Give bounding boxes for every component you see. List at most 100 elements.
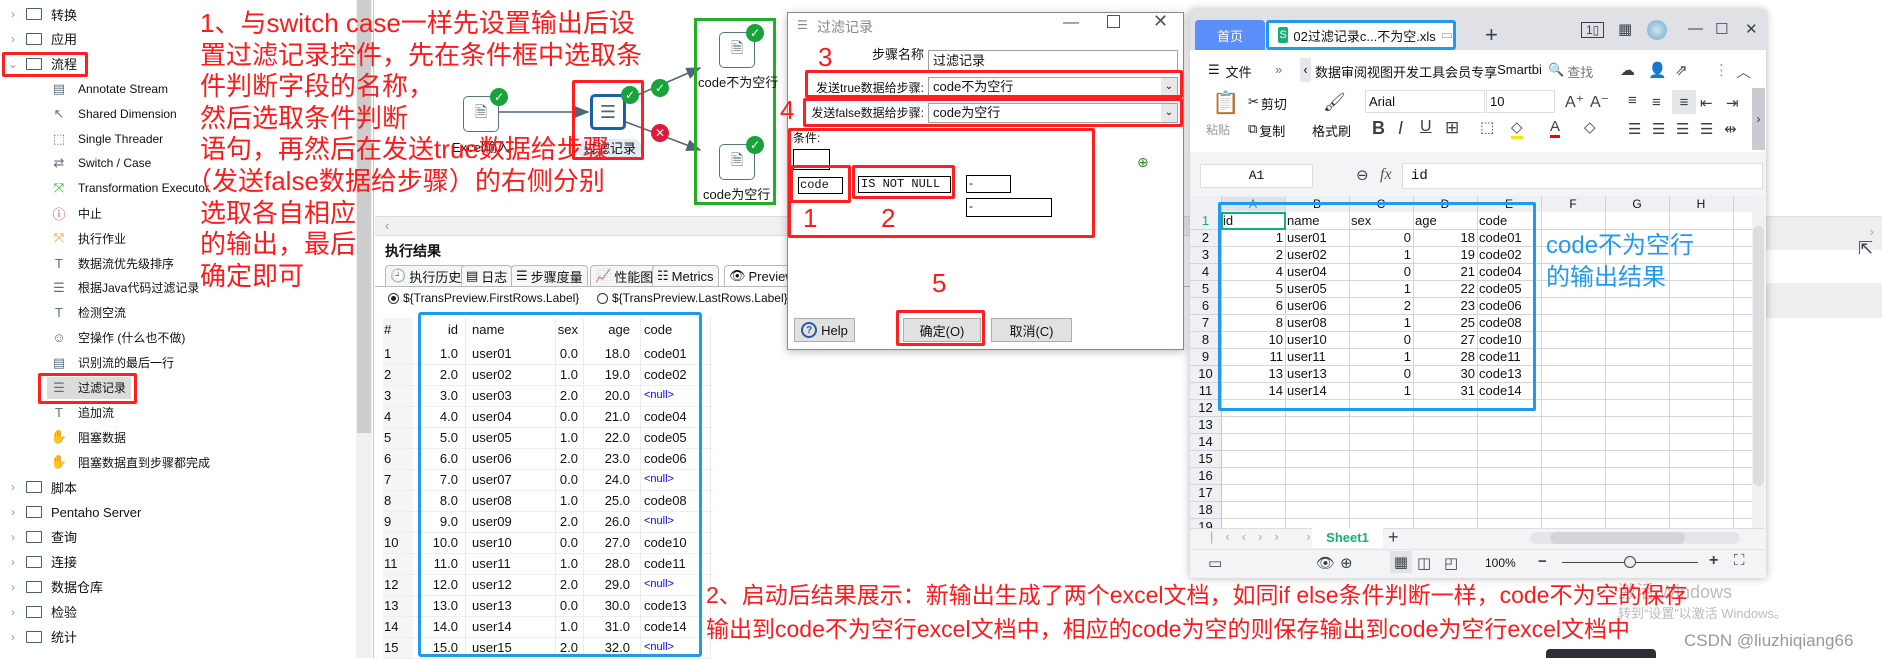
file-tab[interactable]: S 02过滤记录c...不为空.xls ▭ xyxy=(1266,20,1456,50)
zoom-slider-knob[interactable] xyxy=(1624,556,1636,568)
increase-font-icon[interactable]: A⁺ xyxy=(1565,92,1584,112)
tree-step-item[interactable]: ☺ 空操作 (什么也不做) xyxy=(50,327,185,349)
tab-metrics[interactable]: ☷ Metrics xyxy=(652,265,719,286)
cut-button[interactable]: ✂ 剪切 xyxy=(1248,94,1287,113)
help-button[interactable]: ? Help xyxy=(794,318,855,342)
align-top-icon[interactable]: ≡ xyxy=(1628,92,1637,109)
chevron-right-icon[interactable]: › xyxy=(0,480,26,494)
row-header[interactable]: 3 xyxy=(1190,247,1221,262)
tree-step-item[interactable]: T 数据流优先级排序 xyxy=(50,252,174,274)
row-header[interactable]: 17 xyxy=(1190,485,1221,500)
tree-step-item[interactable]: T 检测空流 xyxy=(50,302,126,324)
row-header[interactable]: 14 xyxy=(1190,434,1221,449)
clear-format-icon[interactable]: ◇ xyxy=(1584,118,1596,136)
decrease-font-icon[interactable]: A⁻ xyxy=(1590,92,1609,112)
step-name-input[interactable]: 过滤记录 xyxy=(928,50,1178,72)
tree-folder[interactable]: › 查询 xyxy=(0,526,350,548)
chevron-right-icon[interactable]: › xyxy=(0,580,26,594)
home-tab[interactable]: 首页 xyxy=(1195,20,1265,50)
align-center-icon[interactable]: ☰ xyxy=(1652,120,1665,138)
file-menu[interactable]: ☰ 文件 xyxy=(1208,62,1252,81)
align-left-icon[interactable]: ☰ xyxy=(1628,120,1641,138)
name-box[interactable]: A1 xyxy=(1200,164,1313,188)
column-header[interactable]: F xyxy=(1541,197,1605,211)
row-header[interactable]: 15 xyxy=(1190,451,1221,466)
row-header[interactable]: 12 xyxy=(1190,400,1221,415)
align-middle-icon[interactable]: ≡ xyxy=(1652,94,1661,111)
row-header[interactable]: 4 xyxy=(1190,264,1221,279)
tree-step-item[interactable]: ✋ 阻塞数据直到步骤都完成 xyxy=(50,451,210,473)
align-bottom-icon[interactable]: ≡ xyxy=(1672,90,1696,114)
copy-button[interactable]: ⧉ 复制 xyxy=(1248,121,1285,140)
cell-style-icon[interactable]: ⬚ xyxy=(1480,118,1494,136)
share-icon[interactable]: ⇗ xyxy=(1675,61,1688,79)
radio-first-rows[interactable]: ${TransPreview.FirstRows.Label} xyxy=(388,291,579,305)
borders-icon[interactable]: ⊞ xyxy=(1445,118,1459,138)
search-box[interactable]: 🔍 查找 xyxy=(1548,62,1593,81)
ribbon-tab[interactable]: 数据 xyxy=(1315,62,1341,81)
apps-grid-icon[interactable]: ▦ xyxy=(1618,20,1632,38)
tree-step-item[interactable]: ☰ 根据Java代码过滤记录 xyxy=(50,277,199,299)
sheet-tab[interactable]: Sheet1 xyxy=(1312,528,1383,548)
add-user-icon[interactable]: 👤 xyxy=(1648,61,1667,79)
spreadsheet-vscrollbar[interactable] xyxy=(1752,196,1765,528)
page-break-icon[interactable]: ◰ xyxy=(1444,554,1458,572)
justify-icon[interactable]: ☰ xyxy=(1700,120,1713,138)
format-painter-button[interactable]: 格式刷 xyxy=(1312,121,1351,140)
maximize-icon[interactable] xyxy=(1107,15,1120,28)
chevron-right-icon[interactable]: › xyxy=(0,630,26,644)
zoom-in-icon[interactable]: + xyxy=(1709,552,1718,570)
cancel-button[interactable]: 取消(C) xyxy=(991,318,1072,342)
row-header[interactable]: 8 xyxy=(1190,332,1221,347)
ribbon-tab[interactable]: 开发工具 xyxy=(1393,62,1445,81)
italic-icon[interactable]: I xyxy=(1398,118,1403,139)
column-header[interactable]: H xyxy=(1669,197,1733,211)
font-color-icon[interactable]: A xyxy=(1550,118,1561,138)
sheet-hscrollbar[interactable] xyxy=(1530,532,1740,544)
ribbon-scroll-right-icon[interactable]: › xyxy=(1752,88,1765,150)
row-header[interactable]: 2 xyxy=(1190,230,1221,245)
new-tab-icon[interactable]: + xyxy=(1485,22,1498,48)
indent-icon[interactable]: ⇥ xyxy=(1726,94,1739,112)
paste-icon[interactable]: 📋 xyxy=(1212,90,1239,116)
row-header[interactable]: 5 xyxy=(1190,281,1221,296)
bold-icon[interactable]: B xyxy=(1372,118,1385,139)
collapse-ribbon-icon[interactable]: ︿ xyxy=(1736,61,1751,82)
tree-folder[interactable]: › 统计 xyxy=(0,626,350,648)
zoom-level[interactable]: 100% xyxy=(1485,556,1516,570)
column-header[interactable]: G xyxy=(1605,197,1669,211)
tree-step-item[interactable]: ✋ 阻塞数据 xyxy=(50,426,126,448)
row-header[interactable]: 13 xyxy=(1190,417,1221,432)
underline-icon[interactable]: U xyxy=(1420,118,1432,136)
minimize-icon[interactable]: — xyxy=(1688,20,1703,37)
ribbon-scroll-left-icon[interactable]: ‹ xyxy=(1300,58,1311,82)
tree-folder[interactable]: › 脚本 xyxy=(0,476,350,498)
ribbon-tab[interactable]: 视图 xyxy=(1367,62,1393,81)
ribbon-tab[interactable]: 审阅 xyxy=(1341,62,1367,81)
row-header[interactable]: 7 xyxy=(1190,315,1221,330)
tree-step-item[interactable]: T 追加流 xyxy=(50,401,114,423)
distributed-icon[interactable]: ⇹ xyxy=(1724,120,1737,138)
window-layout-icon[interactable]: 1▯ xyxy=(1581,22,1605,38)
tree-step-item[interactable]: ▤ 识别流的最后一行 xyxy=(50,352,174,374)
eye-protect-icon[interactable]: 👁 xyxy=(1316,554,1335,572)
tree-step-item[interactable]: ⤧ 执行作业 xyxy=(50,227,126,249)
tree-folder[interactable]: › Pentaho Server xyxy=(0,501,350,523)
more-tabs-icon[interactable]: » xyxy=(1275,62,1282,77)
add-sheet-icon[interactable]: + xyxy=(1388,527,1399,548)
tree-folder[interactable]: › 数据仓库 xyxy=(0,576,350,598)
crosshair-icon[interactable]: ⊕ xyxy=(1340,554,1353,572)
close-icon[interactable]: ✕ xyxy=(1745,20,1758,38)
ribbon-tab[interactable]: 会员专享 xyxy=(1445,62,1497,81)
page-layout-icon[interactable]: ◫ xyxy=(1417,554,1431,572)
paste-button[interactable]: 粘贴 xyxy=(1206,121,1230,138)
more-icon[interactable]: ⋮ xyxy=(1714,61,1729,79)
tree-folder[interactable]: › 检验 xyxy=(0,601,350,623)
tree-folder[interactable]: › 连接 xyxy=(0,551,350,573)
row-header[interactable]: 11 xyxy=(1190,383,1221,398)
chevron-right-icon[interactable]: › xyxy=(1870,224,1874,239)
minimize-icon[interactable]: — xyxy=(1063,14,1079,32)
column-header[interactable]: # xyxy=(384,319,410,340)
row-header[interactable]: 10 xyxy=(1190,366,1221,381)
normal-view-icon[interactable]: ▦ xyxy=(1390,551,1412,573)
